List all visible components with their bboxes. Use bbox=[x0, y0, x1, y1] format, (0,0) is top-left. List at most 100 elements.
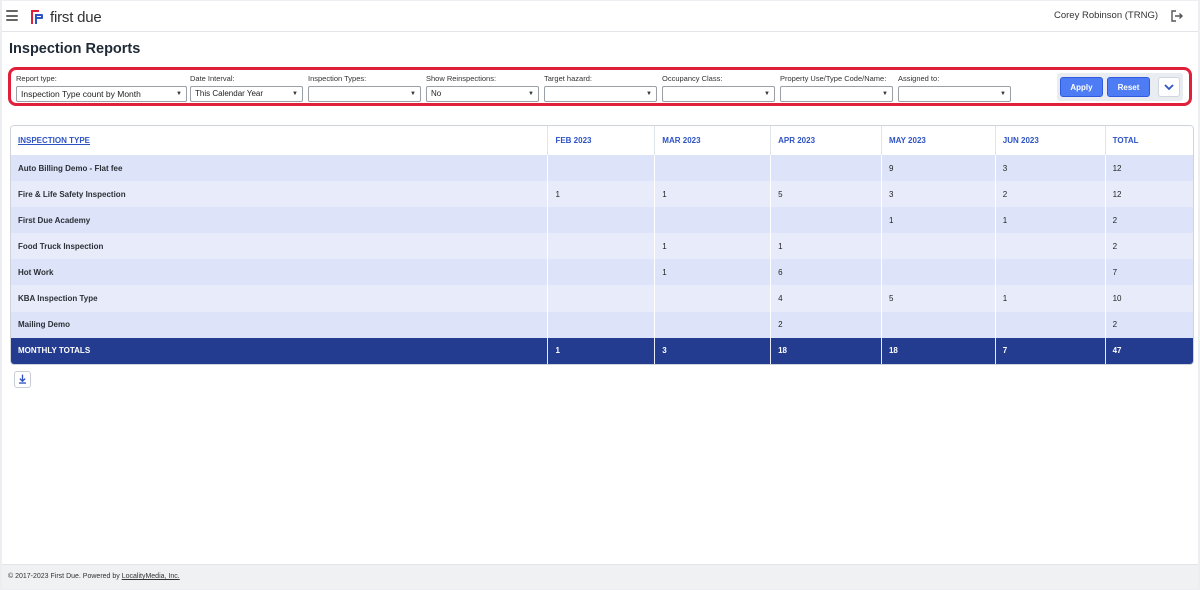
target-hazard-select[interactable]: ▼ bbox=[544, 86, 657, 102]
table-row: Food Truck Inspection 1 1 2 bbox=[11, 233, 1193, 260]
table-cell: 2 bbox=[1105, 233, 1193, 260]
caret-down-icon: ▼ bbox=[410, 91, 416, 97]
column-header-inspection-type[interactable]: INSPECTION TYPE bbox=[11, 126, 549, 155]
filter-assigned-to: Assigned to: ▼ bbox=[898, 74, 1011, 102]
caret-down-icon: ▼ bbox=[292, 91, 298, 97]
table-row: Auto Billing Demo - Flat fee 9 3 12 bbox=[11, 155, 1193, 182]
caret-down-icon: ▼ bbox=[1000, 91, 1006, 97]
table-cell bbox=[547, 285, 656, 312]
menu-icon[interactable] bbox=[6, 10, 18, 21]
select-value: Inspection Type count by Month bbox=[21, 89, 141, 99]
property-use-select[interactable]: ▼ bbox=[780, 86, 893, 102]
table-cell bbox=[654, 207, 772, 234]
filter-label: Property Use/Type Code/Name: bbox=[780, 74, 887, 83]
assigned-to-select[interactable]: ▼ bbox=[898, 86, 1011, 102]
filter-occupancy-class: Occupancy Class: ▼ bbox=[662, 74, 775, 102]
table-cell: First Due Academy bbox=[11, 207, 549, 234]
filter-property-use: Property Use/Type Code/Name: ▼ bbox=[780, 74, 893, 102]
table-cell: 3 bbox=[881, 181, 996, 208]
column-header: TOTAL bbox=[1105, 126, 1193, 155]
totals-cell: 18 bbox=[770, 337, 882, 364]
date-interval-select[interactable]: This Calendar Year ▼ bbox=[190, 86, 303, 102]
filter-bar: Report type: Inspection Type count by Mo… bbox=[8, 67, 1192, 106]
filter-label: Date Interval: bbox=[190, 74, 235, 83]
table-cell: 1 bbox=[770, 233, 882, 260]
table-cell bbox=[881, 311, 996, 338]
totals-cell: 3 bbox=[654, 337, 772, 364]
expand-filters-button[interactable] bbox=[1158, 77, 1180, 97]
filter-target-hazard: Target hazard: ▼ bbox=[544, 74, 657, 102]
filter-inspection-types: Inspection Types: ▼ bbox=[308, 74, 421, 102]
totals-cell: 47 bbox=[1105, 337, 1193, 364]
user-name[interactable]: Corey Robinson (TRNG) bbox=[1054, 10, 1158, 21]
filter-label: Assigned to: bbox=[898, 74, 940, 83]
table-cell: 7 bbox=[1105, 259, 1193, 286]
table-cell: Mailing Demo bbox=[11, 311, 549, 338]
filter-actions: Apply Reset bbox=[1057, 73, 1183, 101]
apply-button[interactable]: Apply bbox=[1060, 77, 1103, 97]
table-cell: 1 bbox=[995, 285, 1106, 312]
table-cell: 5 bbox=[881, 285, 996, 312]
table-cell: Fire & Life Safety Inspection bbox=[11, 181, 549, 208]
table-row: Hot Work 1 6 7 bbox=[11, 259, 1193, 286]
brand-logo[interactable]: first due bbox=[30, 7, 102, 27]
report-type-select[interactable]: Inspection Type count by Month ▼ bbox=[16, 86, 187, 102]
table-cell: 1 bbox=[654, 233, 772, 260]
table-cell: 2 bbox=[1105, 207, 1193, 234]
first-due-logo-icon bbox=[31, 10, 43, 24]
table-cell: 6 bbox=[770, 259, 882, 286]
table-row: Fire & Life Safety Inspection 1 1 5 3 2 … bbox=[11, 181, 1193, 208]
table-cell: Auto Billing Demo - Flat fee bbox=[11, 155, 549, 182]
logout-icon[interactable] bbox=[1170, 9, 1184, 23]
table-cell bbox=[547, 233, 656, 260]
filter-show-reinspections: Show Reinspections: No ▼ bbox=[426, 74, 539, 102]
table-cell: 4 bbox=[770, 285, 882, 312]
column-header: JUN 2023 bbox=[995, 126, 1106, 155]
totals-row: MONTHLY TOTALS 1 3 18 18 7 47 bbox=[11, 337, 1193, 364]
download-icon bbox=[18, 374, 27, 384]
column-header: FEB 2023 bbox=[547, 126, 656, 155]
table-cell bbox=[547, 311, 656, 338]
table-row: First Due Academy 1 1 2 bbox=[11, 207, 1193, 234]
table-cell bbox=[881, 233, 996, 260]
app-frame: first due Corey Robinson (TRNG) Inspecti… bbox=[2, 1, 1198, 589]
table-row: KBA Inspection Type 4 5 1 10 bbox=[11, 285, 1193, 312]
table-cell: 1 bbox=[654, 181, 772, 208]
totals-cell: 18 bbox=[881, 337, 996, 364]
table-cell bbox=[547, 259, 656, 286]
table-cell: KBA Inspection Type bbox=[11, 285, 549, 312]
select-value: This Calendar Year bbox=[195, 89, 264, 98]
totals-cell: 1 bbox=[547, 337, 656, 364]
top-bar: first due Corey Robinson (TRNG) bbox=[2, 1, 1198, 32]
powered-by-link[interactable]: LocalityMedia, Inc. bbox=[122, 573, 180, 580]
table-cell bbox=[654, 311, 772, 338]
table-cell bbox=[995, 259, 1106, 286]
show-reinspections-select[interactable]: No ▼ bbox=[426, 86, 539, 102]
reset-button[interactable]: Reset bbox=[1107, 77, 1150, 97]
table-header-row: INSPECTION TYPE FEB 2023 MAR 2023 APR 20… bbox=[11, 126, 1193, 155]
table-cell bbox=[547, 155, 656, 182]
table-cell bbox=[995, 311, 1106, 338]
page-title: Inspection Reports bbox=[9, 41, 141, 57]
caret-down-icon: ▼ bbox=[646, 91, 652, 97]
filter-label: Target hazard: bbox=[544, 74, 592, 83]
download-button[interactable] bbox=[14, 371, 31, 388]
occupancy-class-select[interactable]: ▼ bbox=[662, 86, 775, 102]
copyright-text: © 2017-2023 First Due. Powered by bbox=[8, 573, 122, 580]
table-cell: 1 bbox=[995, 207, 1106, 234]
table-cell: 3 bbox=[995, 155, 1106, 182]
filter-label: Show Reinspections: bbox=[426, 74, 497, 83]
filter-label: Report type: bbox=[16, 74, 57, 83]
caret-down-icon: ▼ bbox=[176, 91, 182, 97]
footer: © 2017-2023 First Due. Powered by Locali… bbox=[2, 564, 1198, 589]
table-cell: 2 bbox=[1105, 311, 1193, 338]
table-cell bbox=[881, 259, 996, 286]
table-cell: 1 bbox=[654, 259, 772, 286]
table-cell: 2 bbox=[770, 311, 882, 338]
filter-report-type: Report type: Inspection Type count by Mo… bbox=[16, 74, 187, 102]
table-cell bbox=[995, 233, 1106, 260]
table-cell bbox=[770, 207, 882, 234]
inspection-types-select[interactable]: ▼ bbox=[308, 86, 421, 102]
select-value: No bbox=[431, 89, 442, 98]
caret-down-icon: ▼ bbox=[882, 91, 888, 97]
